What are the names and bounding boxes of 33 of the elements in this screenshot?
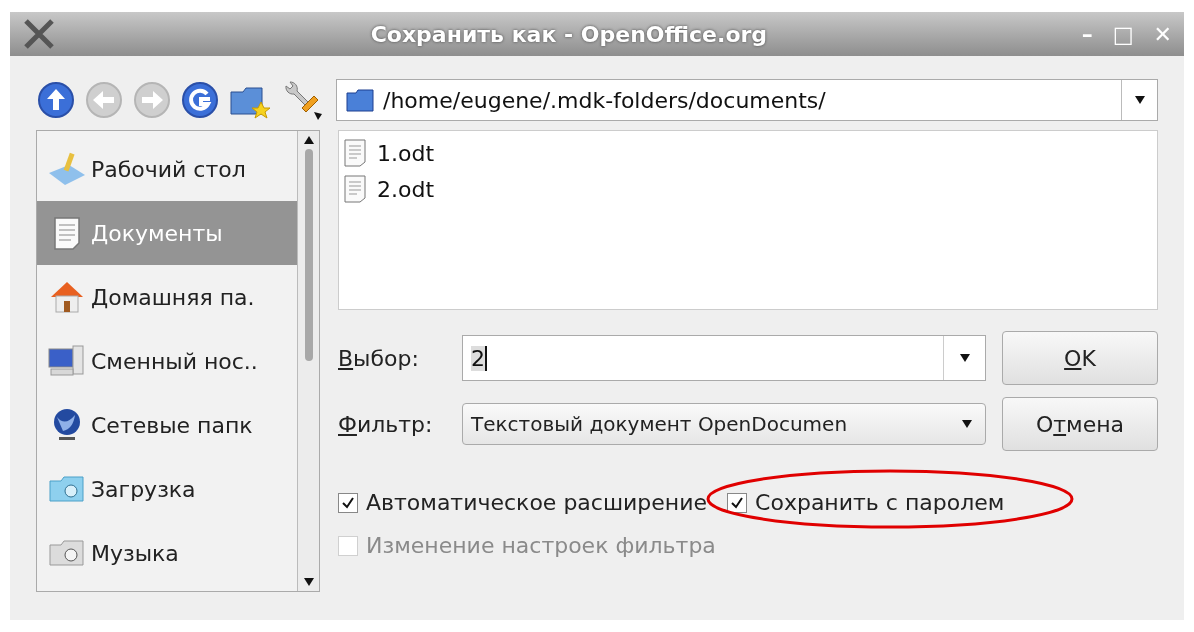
dropdown-arrow-icon[interactable] (1133, 95, 1146, 105)
place-item[interactable]: Сетевые папк (37, 393, 297, 457)
scroll-down-arrow-icon[interactable] (302, 577, 315, 587)
refresh-icon[interactable] (180, 80, 220, 120)
dropdown-arrow-icon[interactable] (958, 353, 971, 363)
dropdown-arrow-icon[interactable] (961, 419, 973, 429)
place-item[interactable]: Сменный нос.. (37, 329, 297, 393)
checkbox[interactable]: Автоматическое расширение (338, 486, 708, 519)
tick-icon (341, 495, 355, 510)
document-icon (343, 138, 369, 168)
scrollbar[interactable] (297, 131, 319, 591)
desktop-icon (47, 151, 87, 187)
selection-label: Выбор: (338, 344, 420, 373)
file-item[interactable]: 1.odt (339, 135, 1157, 171)
ok-button[interactable]: OK (1002, 331, 1158, 385)
folder-icon (345, 87, 375, 113)
filename-field[interactable]: 2 (462, 335, 986, 381)
path-combo[interactable]: /home/eugene/.mdk-folders/documents/ (336, 79, 1158, 121)
tick-icon (730, 495, 745, 510)
place-item[interactable]: Рабочий стол (37, 137, 297, 201)
place-item[interactable]: Домашняя па. (37, 265, 297, 329)
filter-dropdown[interactable]: Текстовый документ OpenDocumen (462, 403, 986, 445)
filter-label: Фильтр: (338, 410, 434, 439)
scroll-up-arrow-icon[interactable] (302, 135, 315, 145)
file-item[interactable]: 2.odt (339, 171, 1157, 207)
window-title: Сохранить как - OpenOffice.org (369, 20, 769, 49)
close-icon[interactable] (22, 19, 56, 49)
cancel-button[interactable]: Отмена (1002, 397, 1158, 451)
scroll-thumb[interactable] (304, 149, 313, 361)
document-icon (343, 174, 369, 204)
place-item[interactable]: Загрузка (37, 457, 297, 521)
place-item[interactable]: Музыка (37, 521, 297, 585)
computer-icon (47, 343, 87, 379)
